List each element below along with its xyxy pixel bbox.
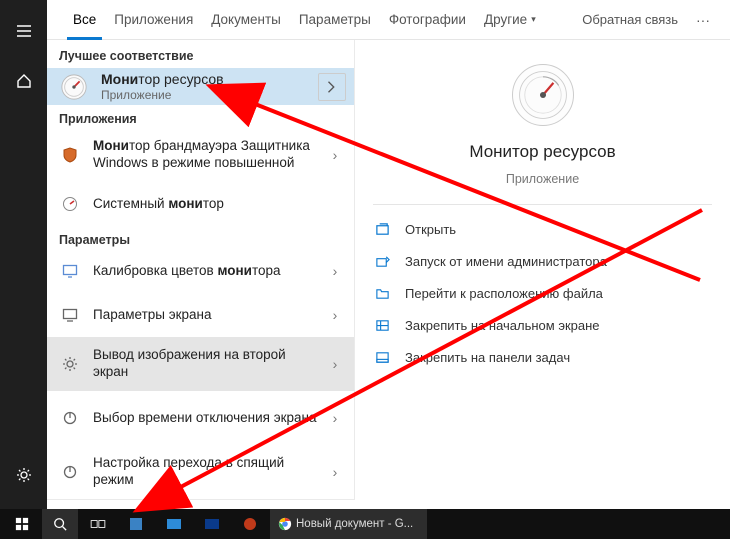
chevron-right-icon: ›: [324, 147, 346, 163]
details-pane: Монитор ресурсов Приложение Открыть Запу…: [355, 40, 730, 499]
taskbar-app-1[interactable]: [118, 509, 154, 539]
resource-monitor-icon: [59, 72, 89, 102]
chevron-right-icon: ›: [324, 263, 346, 279]
settings-icon[interactable]: [0, 455, 47, 495]
tab-apps[interactable]: Приложения: [106, 0, 201, 40]
power-icon: [59, 407, 81, 429]
display-icon: [59, 304, 81, 326]
monitor-icon: [59, 260, 81, 282]
search-button[interactable]: [42, 509, 78, 539]
action-label: Открыть: [405, 222, 456, 237]
details-subtitle: Приложение: [506, 172, 579, 186]
tab-documents[interactable]: Документы: [203, 0, 289, 40]
chevron-right-icon: ›: [324, 307, 346, 323]
taskbar-app-4[interactable]: [232, 509, 268, 539]
best-match-item[interactable]: Монитор ресурсов Приложение: [47, 68, 354, 105]
result-item-project-second-screen[interactable]: Вывод изображения на второй экран ›: [47, 337, 354, 391]
tab-label: Приложения: [114, 12, 193, 27]
tab-settings[interactable]: Параметры: [291, 0, 379, 40]
chevron-down-icon: ▾: [531, 14, 536, 25]
open-details-button[interactable]: [318, 73, 346, 101]
task-view-button[interactable]: [80, 509, 116, 539]
chevron-right-icon: ›: [324, 356, 346, 372]
best-match-title: Монитор ресурсов: [101, 71, 318, 87]
results-list: Лучшее соответствие Монитор ресурсов При…: [47, 40, 355, 499]
result-item-firewall-monitor[interactable]: Монитор брандмауэра Защитника Windows в …: [47, 128, 354, 182]
result-label: Выбор времени отключения экрана: [81, 410, 324, 427]
result-label: Калибровка цветов монитора: [81, 263, 324, 280]
power-icon: [59, 461, 81, 483]
tab-label: Документы: [211, 12, 281, 27]
tab-label: Другие: [484, 12, 527, 27]
tab-label: Все: [73, 12, 96, 27]
open-icon: [373, 220, 391, 238]
shield-icon: [59, 144, 81, 166]
tab-label: Фотографии: [389, 12, 466, 27]
tab-other[interactable]: Другие ▾: [476, 0, 544, 40]
action-open-location[interactable]: Перейти к расположению файла: [373, 277, 712, 309]
taskbar-app-3[interactable]: [194, 509, 230, 539]
folder-icon: [373, 284, 391, 302]
result-label: Системный монитор: [81, 196, 346, 213]
action-pin-taskbar[interactable]: Закрепить на панели задач: [373, 341, 712, 373]
tab-all[interactable]: Все: [65, 0, 104, 40]
pin-taskbar-icon: [373, 348, 391, 366]
group-apps: Приложения: [47, 105, 354, 128]
search-panel: Все Приложения Документы Параметры Фотог…: [47, 0, 730, 539]
feedback-label: Обратная связь: [582, 12, 678, 27]
chevron-right-icon: ›: [324, 464, 346, 480]
taskbar: Новый документ - G...: [0, 509, 730, 539]
taskbar-chrome[interactable]: Новый документ - G...: [270, 509, 427, 539]
gear-icon: [59, 353, 81, 375]
action-label: Закрепить на начальном экране: [405, 318, 600, 333]
filter-tabs: Все Приложения Документы Параметры Фотог…: [47, 0, 730, 40]
admin-icon: [373, 252, 391, 270]
home-icon[interactable]: [0, 61, 47, 101]
result-label: Настройка перехода в спящий режим: [81, 455, 324, 489]
result-item-system-monitor[interactable]: Системный монитор: [47, 182, 354, 226]
search-sidebar: [0, 0, 47, 539]
more-label: ···: [696, 12, 710, 28]
action-list: Открыть Запуск от имени администратора П…: [355, 213, 730, 373]
best-match-subtitle: Приложение: [101, 88, 318, 102]
result-item-display-settings[interactable]: Параметры экрана ›: [47, 293, 354, 337]
result-item-sleep-settings[interactable]: Настройка перехода в спящий режим ›: [47, 445, 354, 499]
gauge-icon: [59, 193, 81, 215]
action-run-admin[interactable]: Запуск от имени администратора: [373, 245, 712, 277]
hamburger-icon[interactable]: [0, 11, 47, 51]
result-item-screen-off-timer[interactable]: Выбор времени отключения экрана ›: [47, 391, 354, 445]
divider: [373, 204, 712, 205]
result-label: Параметры экрана: [81, 307, 324, 324]
feedback-link[interactable]: Обратная связь: [576, 12, 684, 27]
result-item-color-calibration[interactable]: Калибровка цветов монитора ›: [47, 249, 354, 293]
tab-label: Параметры: [299, 12, 371, 27]
more-menu[interactable]: ···: [690, 12, 716, 28]
resource-monitor-large-icon: [512, 64, 574, 126]
result-label: Монитор брандмауэра Защитника Windows в …: [81, 138, 324, 172]
taskbar-app-2[interactable]: [156, 509, 192, 539]
action-label: Закрепить на панели задач: [405, 350, 570, 365]
start-button[interactable]: [4, 509, 40, 539]
tab-photos[interactable]: Фотографии: [381, 0, 474, 40]
action-label: Запуск от имени администратора: [405, 254, 607, 269]
action-label: Перейти к расположению файла: [405, 286, 603, 301]
details-title: Монитор ресурсов: [469, 142, 615, 162]
taskbar-chrome-title: Новый документ - G...: [292, 509, 423, 539]
pin-start-icon: [373, 316, 391, 334]
action-pin-start[interactable]: Закрепить на начальном экране: [373, 309, 712, 341]
group-settings: Параметры: [47, 226, 354, 249]
result-label: Вывод изображения на второй экран: [81, 347, 324, 381]
section-best-match: Лучшее соответствие: [47, 40, 354, 68]
action-open[interactable]: Открыть: [373, 213, 712, 245]
chrome-icon: [278, 517, 292, 531]
chevron-right-icon: ›: [324, 410, 346, 426]
